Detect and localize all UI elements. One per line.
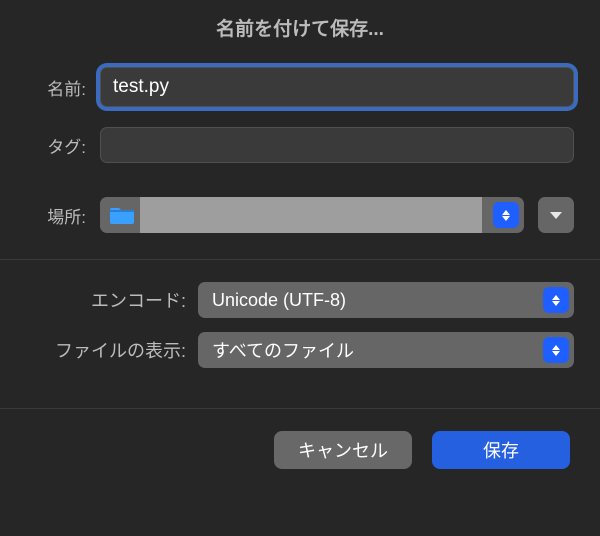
file-display-row: ファイルの表示: すべてのファイル [26,332,574,368]
name-label: 名前: [26,75,86,100]
filename-input[interactable] [100,67,574,107]
dialog-title: 名前を付けて保存... [0,0,600,67]
encoding-row: エンコード: Unicode (UTF-8) [26,282,574,318]
location-row: 場所: [0,197,600,233]
encoding-select[interactable]: Unicode (UTF-8) [198,282,574,318]
cancel-button[interactable]: キャンセル [274,431,412,469]
options-section: エンコード: Unicode (UTF-8) ファイルの表示: すべてのファイル [0,260,600,408]
expand-button[interactable] [538,197,574,233]
location-select[interactable] [100,197,524,233]
file-display-select[interactable]: すべてのファイル [198,332,574,368]
updown-arrows-icon [543,287,569,313]
tags-row: タグ: [0,127,600,163]
name-row: 名前: [0,67,600,107]
save-button[interactable]: 保存 [432,431,570,469]
location-label: 場所: [26,203,86,228]
updown-arrows-icon [543,337,569,363]
location-value-masked [140,197,482,233]
tags-input[interactable] [100,127,574,163]
encoding-label: エンコード: [26,287,186,313]
tags-label: タグ: [26,133,86,158]
buttons-row: キャンセル 保存 [0,409,600,469]
file-display-label: ファイルの表示: [26,337,186,363]
encoding-value: Unicode (UTF-8) [212,290,346,311]
file-display-value: すべてのファイル [212,337,354,363]
updown-arrows-icon [493,202,519,228]
folder-icon [110,206,134,224]
chevron-down-icon [550,212,562,219]
